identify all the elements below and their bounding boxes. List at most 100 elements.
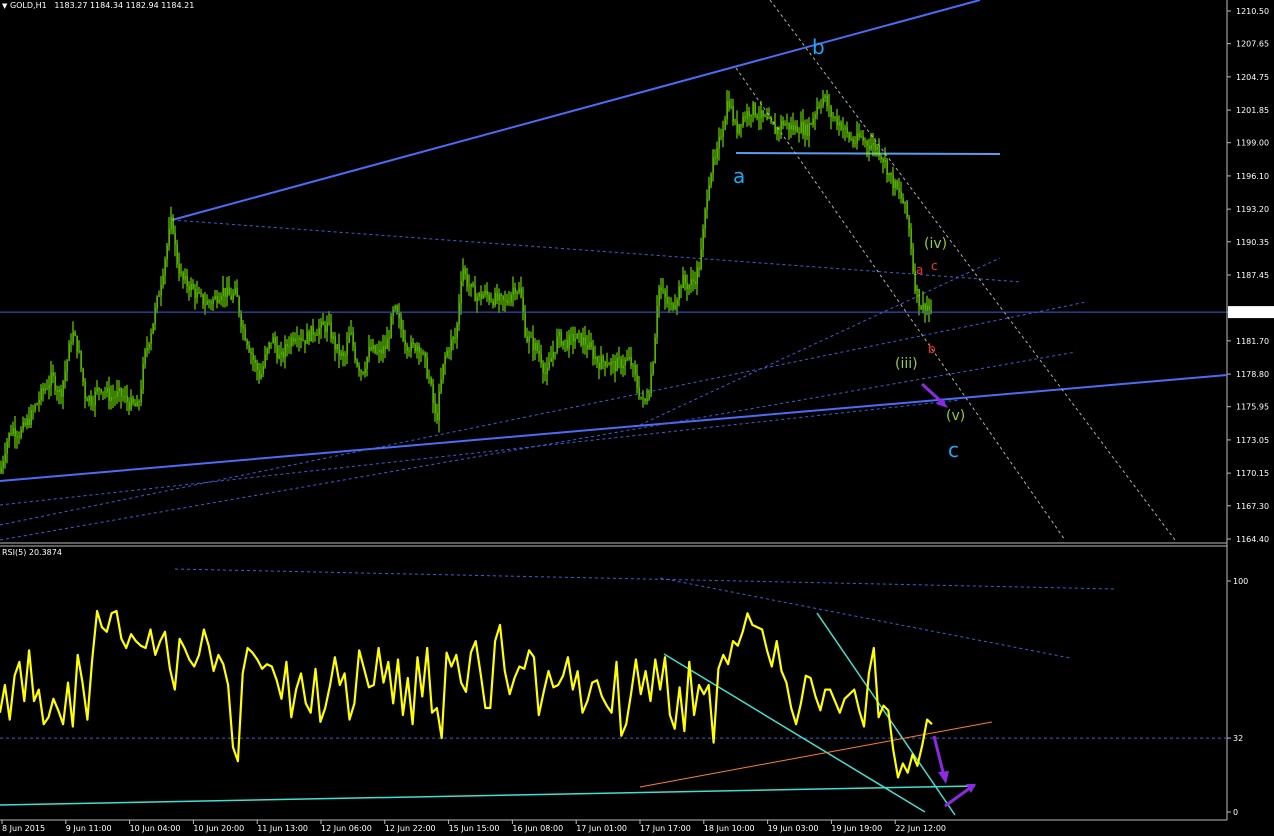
candle-body bbox=[684, 275, 686, 284]
candle-body bbox=[236, 288, 238, 297]
candle-body bbox=[896, 180, 898, 189]
candle-body bbox=[830, 106, 832, 117]
price-chart[interactable]: 1210.50 1207.65 1204.75 1201.85 1199.00 1196.… bbox=[0, 0, 1274, 836]
candle-body bbox=[124, 395, 126, 397]
candle-body bbox=[248, 345, 250, 352]
candle-body bbox=[0, 467, 2, 473]
time-tick-label: 18 Jun 10:00 bbox=[704, 824, 755, 833]
candle-body bbox=[262, 366, 264, 375]
candle-body bbox=[916, 289, 918, 292]
candle-body bbox=[742, 116, 744, 126]
candle-body bbox=[508, 302, 510, 303]
time-tick-label: 10 Jun 20:00 bbox=[193, 824, 244, 833]
candle-body bbox=[614, 361, 616, 372]
candle-body bbox=[714, 157, 716, 159]
price-tick-label: 1196.10 bbox=[1236, 172, 1269, 181]
candle-body bbox=[170, 216, 172, 230]
price-tick-label: 1190.35 bbox=[1236, 238, 1269, 247]
candle-body bbox=[70, 342, 72, 344]
candle-body bbox=[654, 337, 656, 363]
candle-body bbox=[626, 358, 628, 360]
candle-body bbox=[480, 293, 482, 299]
candle-body bbox=[894, 180, 896, 189]
candle-body bbox=[650, 374, 652, 394]
dropdown-triangle-icon[interactable]: ▼ bbox=[2, 2, 7, 10]
candle-body bbox=[336, 344, 338, 350]
time-tick-label: 12 Jun 22:00 bbox=[385, 824, 436, 833]
candle-body bbox=[622, 365, 624, 368]
candle-body bbox=[550, 358, 552, 362]
candle-body bbox=[920, 306, 922, 310]
candle-body bbox=[110, 396, 112, 402]
candle-body bbox=[180, 272, 182, 274]
candle-body bbox=[190, 283, 192, 291]
candle-body bbox=[232, 293, 234, 300]
candle-body bbox=[548, 361, 550, 368]
candle-body bbox=[554, 351, 556, 353]
candle-body bbox=[776, 128, 778, 135]
candle-body bbox=[918, 289, 920, 307]
candle-body bbox=[562, 340, 564, 346]
candle-body bbox=[844, 127, 846, 129]
candle-body bbox=[284, 344, 286, 358]
candle-body bbox=[68, 343, 70, 361]
candle-body bbox=[130, 397, 132, 410]
candle-body bbox=[418, 345, 420, 353]
candle-body bbox=[658, 287, 660, 306]
candle-body bbox=[770, 118, 772, 122]
candle-body bbox=[592, 347, 594, 359]
candle-body bbox=[850, 139, 852, 140]
candle-body bbox=[90, 396, 92, 405]
candle-body bbox=[574, 338, 576, 342]
candle-body bbox=[432, 384, 434, 404]
candle-body bbox=[220, 296, 222, 301]
candle-body bbox=[750, 115, 752, 117]
candle-body bbox=[860, 136, 862, 138]
candle-body bbox=[846, 127, 848, 134]
candle-body bbox=[734, 121, 736, 123]
candle-body bbox=[280, 351, 282, 355]
candle-body bbox=[342, 352, 344, 357]
candle-body bbox=[782, 120, 784, 126]
candle-body bbox=[700, 249, 702, 270]
time-tick-label: 19 Jun 03:00 bbox=[768, 824, 819, 833]
candle-body bbox=[762, 110, 764, 117]
candle-body bbox=[606, 364, 608, 367]
candle-body bbox=[740, 124, 742, 126]
candle-body bbox=[570, 333, 572, 335]
candle-body bbox=[86, 398, 88, 402]
candle-body bbox=[18, 436, 20, 438]
time-tick-label: 10 Jun 04:00 bbox=[130, 824, 181, 833]
price-tick-label: 1170.15 bbox=[1236, 469, 1269, 478]
candle-body bbox=[310, 325, 312, 342]
candle-body bbox=[118, 388, 120, 392]
candle-body bbox=[214, 296, 216, 300]
candle-body bbox=[400, 318, 402, 330]
wave-a-level-line bbox=[735, 152, 1001, 155]
candle-body bbox=[578, 332, 580, 334]
candle-body bbox=[420, 352, 422, 354]
candle-body bbox=[928, 305, 930, 310]
candle-body bbox=[412, 342, 414, 345]
rsi-tick-label: 100 bbox=[1233, 577, 1248, 586]
candle-body bbox=[764, 116, 766, 117]
candle-body bbox=[306, 331, 308, 344]
candle-body bbox=[404, 340, 406, 346]
candle-body bbox=[732, 106, 734, 122]
candle-body bbox=[234, 288, 236, 294]
candle-body bbox=[76, 335, 78, 352]
candle-body bbox=[456, 324, 458, 339]
candle-body bbox=[796, 125, 798, 133]
candle-body bbox=[58, 389, 60, 393]
candle-body bbox=[348, 333, 350, 343]
candle-body bbox=[528, 337, 530, 342]
candle-body bbox=[566, 339, 568, 349]
candle-body bbox=[322, 321, 324, 326]
candle-body bbox=[546, 367, 548, 374]
candle-body bbox=[520, 288, 522, 298]
candle-body bbox=[818, 105, 820, 107]
candle-body bbox=[492, 301, 494, 306]
ohlc-values: 1183.27 1184.34 1182.94 1184.21 bbox=[54, 1, 195, 10]
candle-body bbox=[366, 357, 368, 369]
candle-body bbox=[506, 300, 508, 303]
